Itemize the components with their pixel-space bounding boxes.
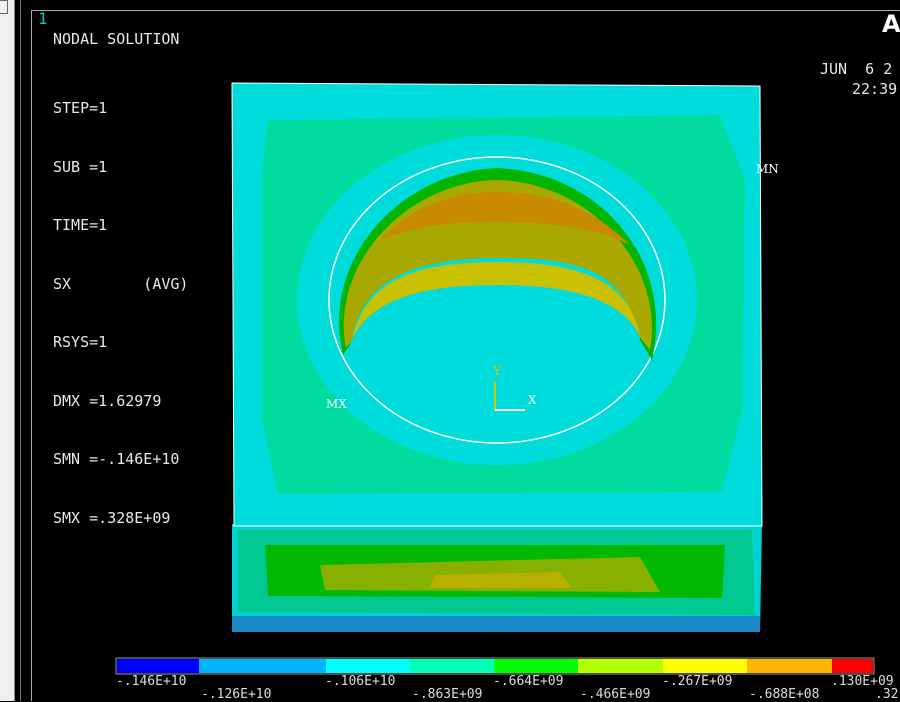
legend-swatch xyxy=(410,659,494,673)
legend-swatch xyxy=(578,659,663,673)
legend-swatch xyxy=(832,659,873,673)
bottom-strip xyxy=(232,616,760,632)
min-label: MN xyxy=(756,162,779,176)
legend-swatch xyxy=(663,659,747,673)
axis-y-label: Y xyxy=(493,364,501,378)
legend-tick-label: -.466E+09 xyxy=(580,687,651,702)
legend-tick-label: .32 xyxy=(875,687,899,702)
legend-tick-label: -.664E+09 xyxy=(493,674,564,689)
legend-swatch xyxy=(326,659,410,673)
legend-swatch xyxy=(747,659,832,673)
legend-tick-label: -.146E+10 xyxy=(116,674,187,689)
max-label: MX xyxy=(326,397,347,411)
legend-tick-label: -.267E+09 xyxy=(662,674,733,689)
legend-tick-label: -.688E+08 xyxy=(749,687,820,702)
axis-x-label: X xyxy=(528,393,537,407)
legend-swatch xyxy=(494,659,578,673)
legend-swatch xyxy=(117,659,199,673)
legend-tick-label: -.106E+10 xyxy=(325,674,396,689)
legend-tick-label: -.126E+10 xyxy=(201,687,272,702)
legend-swatch xyxy=(199,659,326,673)
legend-tick-label: -.863E+09 xyxy=(412,687,483,702)
contour-model[interactable] xyxy=(0,0,900,701)
